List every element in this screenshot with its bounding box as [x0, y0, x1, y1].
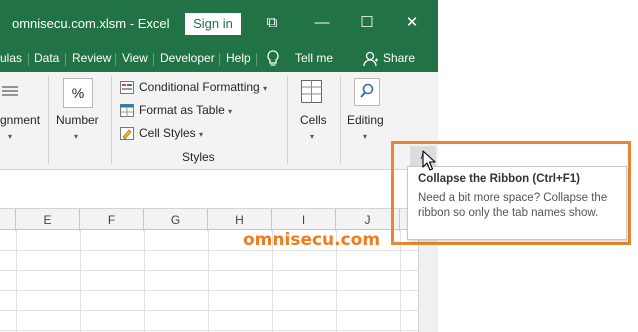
ribbon-tabs: ulas Data Review View Developer Help Tel… — [0, 46, 438, 72]
tab-data[interactable]: Data — [34, 51, 59, 65]
column-header-partial[interactable] — [0, 209, 16, 231]
maximize-button[interactable]: ☐ — [352, 12, 382, 34]
tab-review[interactable]: Review — [72, 51, 111, 65]
format-as-table-icon — [120, 103, 134, 117]
column-header-h[interactable]: H — [208, 209, 272, 231]
conditional-formatting-icon — [120, 80, 134, 94]
ribbon-home: gnment ▾ % Number ▾ Conditional Formatti… — [0, 72, 438, 170]
cell-styles-label: Cell Styles — [139, 126, 196, 140]
close-button[interactable]: ✕ — [397, 12, 427, 34]
editing-group-button[interactable]: Editing — [347, 113, 384, 127]
lightbulb-icon — [267, 50, 279, 66]
align-icon[interactable] — [0, 80, 22, 102]
tooltip-title: Collapse the Ribbon (Ctrl+F1) — [418, 173, 580, 185]
tab-view[interactable]: View — [122, 51, 148, 65]
minimize-button[interactable]: — — [307, 12, 337, 34]
format-as-table-button[interactable]: Format as Table ▾ — [120, 101, 232, 121]
share-person-icon — [363, 51, 378, 67]
tab-formulas[interactable]: ulas — [0, 51, 22, 65]
number-group-button[interactable]: Number — [56, 113, 99, 127]
column-header-i[interactable]: I — [272, 209, 336, 231]
window-title: omnisecu.com.xlsm - Excel — [12, 16, 170, 31]
conditional-formatting-label: Conditional Formatting — [139, 80, 260, 94]
conditional-formatting-button[interactable]: Conditional Formatting ▾ — [120, 78, 267, 98]
cell-styles-icon — [120, 126, 134, 140]
cells-icon[interactable] — [299, 78, 325, 106]
ribbon-display-options-icon[interactable]: ⧉ — [257, 12, 287, 34]
column-header-g[interactable]: G — [144, 209, 208, 231]
editing-dropdown-icon[interactable]: ▾ — [363, 132, 367, 141]
cells-dropdown-icon[interactable]: ▾ — [310, 132, 314, 141]
cell-styles-button[interactable]: Cell Styles ▾ — [120, 124, 203, 144]
alignment-label[interactable]: gnment — [0, 113, 40, 127]
search-icon[interactable] — [354, 78, 380, 106]
sign-in-button[interactable]: Sign in — [185, 13, 241, 35]
column-header-e[interactable]: E — [16, 209, 80, 231]
number-dropdown-icon[interactable]: ▾ — [74, 132, 78, 141]
share-button[interactable]: Share — [383, 51, 415, 65]
tooltip: Collapse the Ribbon (Ctrl+F1) Need a bit… — [407, 166, 627, 240]
styles-group-label: Styles — [182, 150, 215, 164]
cells-group-button[interactable]: Cells — [300, 113, 327, 127]
tell-me-search[interactable]: Tell me — [295, 51, 333, 65]
tab-developer[interactable]: Developer — [160, 51, 215, 65]
title-bar: omnisecu.com.xlsm - Excel Sign in ⧉ — ☐ … — [0, 0, 438, 46]
alignment-dropdown-icon[interactable]: ▾ — [8, 132, 12, 141]
tooltip-body: Need a bit more space? Collapse the ribb… — [418, 192, 608, 219]
column-header-f[interactable]: F — [80, 209, 144, 231]
tab-help[interactable]: Help — [226, 51, 251, 65]
watermark: omnisecu.com — [243, 230, 381, 250]
percent-icon[interactable]: % — [63, 78, 93, 108]
mouse-pointer-icon — [422, 150, 436, 171]
column-headers: E F G H I J — [0, 208, 418, 231]
formula-bar-area — [0, 170, 418, 202]
format-as-table-label: Format as Table — [139, 103, 225, 117]
